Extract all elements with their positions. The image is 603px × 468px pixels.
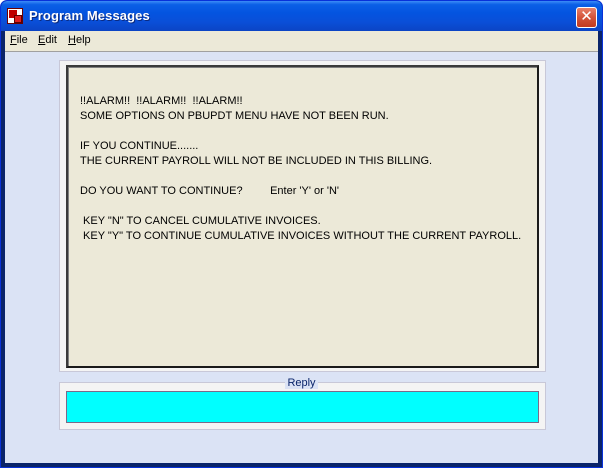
reply-input[interactable] (66, 391, 539, 423)
window-title: Program Messages (29, 8, 150, 23)
close-button[interactable]: ✕ (576, 7, 597, 28)
message-line: SOME OPTIONS ON PBUPDT MENU HAVE NOT BEE… (80, 110, 389, 122)
message-line: DO YOU WANT TO CONTINUE? Enter 'Y' or 'N… (80, 185, 340, 197)
reply-label: Reply (285, 377, 318, 389)
menu-file[interactable]: File (10, 34, 28, 46)
app-icon[interactable] (7, 8, 23, 24)
message-line: KEY "Y" TO CONTINUE CUMULATIVE INVOICES … (80, 230, 522, 242)
message-line: !!ALARM!! !!ALARM!! !!ALARM!! (80, 95, 243, 107)
menu-edit[interactable]: Edit (38, 34, 57, 46)
menu-help[interactable]: Help (68, 34, 91, 46)
message-line: IF YOU CONTINUE....... (80, 140, 199, 152)
title-bar[interactable]: Program Messages ✕ (1, 1, 602, 31)
menu-bar: File Edit Help (5, 31, 598, 51)
client-area: !!ALARM!! !!ALARM!! !!ALARM!! SOME OPTIO… (5, 51, 598, 463)
program-messages-window: Program Messages ✕ File Edit Help !!ALAR… (0, 0, 603, 468)
message-line: THE CURRENT PAYROLL WILL NOT BE INCLUDED… (80, 155, 433, 167)
message-box: !!ALARM!! !!ALARM!! !!ALARM!! SOME OPTIO… (66, 65, 539, 368)
message-line: KEY "N" TO CANCEL CUMULATIVE INVOICES. (80, 215, 321, 227)
